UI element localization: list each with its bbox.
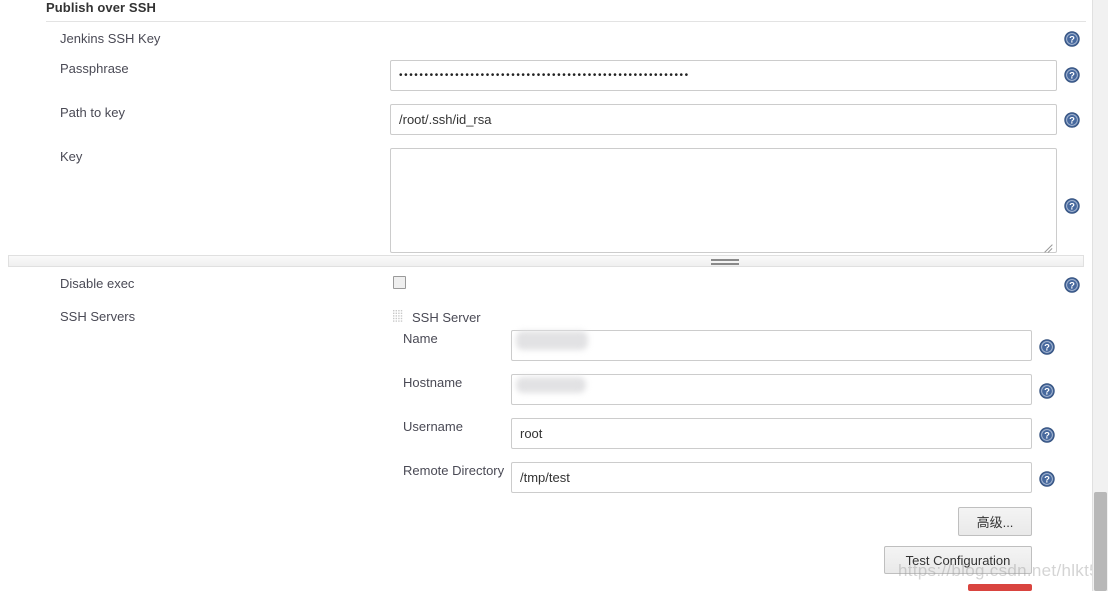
horizontal-scrollbar[interactable] bbox=[8, 255, 1084, 267]
advanced-button[interactable]: 高级... bbox=[958, 507, 1032, 536]
ssh-server-hostname-input[interactable] bbox=[511, 374, 1032, 405]
help-icon[interactable]: ? bbox=[1039, 383, 1055, 399]
disable-exec-label: Disable exec bbox=[60, 276, 135, 291]
ssh-server-name-input[interactable] bbox=[511, 330, 1032, 361]
section-header: Publish over SSH bbox=[46, 0, 1086, 22]
svg-text:?: ? bbox=[1069, 35, 1075, 46]
page-scrollbar[interactable] bbox=[1092, 0, 1108, 591]
svg-text:?: ? bbox=[1069, 71, 1075, 82]
passphrase-masked-value: ••••••••••••••••••••••••••••••••••••••••… bbox=[399, 70, 690, 81]
help-icon[interactable]: ? bbox=[1039, 471, 1055, 487]
page-scrollbar-thumb[interactable] bbox=[1094, 492, 1107, 591]
save-button[interactable] bbox=[968, 584, 1032, 591]
key-label: Key bbox=[60, 149, 83, 164]
ssh-server-remote-directory-input[interactable] bbox=[511, 462, 1032, 493]
ssh-server-hostname-label: Hostname bbox=[403, 375, 463, 390]
ssh-server-username-label: Username bbox=[403, 419, 463, 434]
svg-text:?: ? bbox=[1044, 343, 1050, 354]
svg-text:?: ? bbox=[1069, 116, 1075, 127]
redacted-hostname-value bbox=[516, 377, 586, 393]
drag-handle-icon[interactable] bbox=[393, 310, 403, 322]
ssh-server-name-label: Name bbox=[403, 331, 438, 346]
help-icon[interactable]: ? bbox=[1064, 198, 1080, 214]
svg-text:?: ? bbox=[1044, 475, 1050, 486]
help-icon[interactable]: ? bbox=[1064, 112, 1080, 128]
page-title: Publish over SSH bbox=[46, 0, 156, 15]
ssh-server-heading: SSH Server bbox=[412, 310, 481, 325]
help-icon[interactable]: ? bbox=[1064, 31, 1080, 47]
ssh-servers-label: SSH Servers bbox=[60, 309, 136, 324]
ssh-server-remote-directory-label: Remote Directory bbox=[403, 463, 505, 478]
svg-text:?: ? bbox=[1044, 387, 1050, 398]
help-icon[interactable]: ? bbox=[1039, 339, 1055, 355]
ssh-server-username-input[interactable] bbox=[511, 418, 1032, 449]
redacted-name-value bbox=[516, 331, 588, 350]
passphrase-label: Passphrase bbox=[60, 61, 129, 76]
svg-text:?: ? bbox=[1069, 281, 1075, 292]
scrollbar-grip[interactable] bbox=[711, 259, 739, 265]
path-to-key-label: Path to key bbox=[60, 105, 126, 120]
publish-over-ssh-form: Publish over SSH Jenkins SSH Key ? Passp… bbox=[0, 0, 1108, 591]
help-icon[interactable]: ? bbox=[1039, 427, 1055, 443]
svg-text:?: ? bbox=[1044, 431, 1050, 442]
help-icon[interactable]: ? bbox=[1064, 67, 1080, 83]
help-icon[interactable]: ? bbox=[1064, 277, 1080, 293]
disable-exec-checkbox[interactable] bbox=[393, 276, 406, 289]
jenkins-ssh-key-label: Jenkins SSH Key bbox=[60, 31, 161, 46]
svg-text:?: ? bbox=[1069, 202, 1075, 213]
path-to-key-input[interactable] bbox=[390, 104, 1057, 135]
key-textarea[interactable] bbox=[390, 148, 1057, 253]
passphrase-input[interactable]: ••••••••••••••••••••••••••••••••••••••••… bbox=[390, 60, 1057, 91]
test-configuration-button[interactable]: Test Configuration bbox=[884, 546, 1032, 574]
